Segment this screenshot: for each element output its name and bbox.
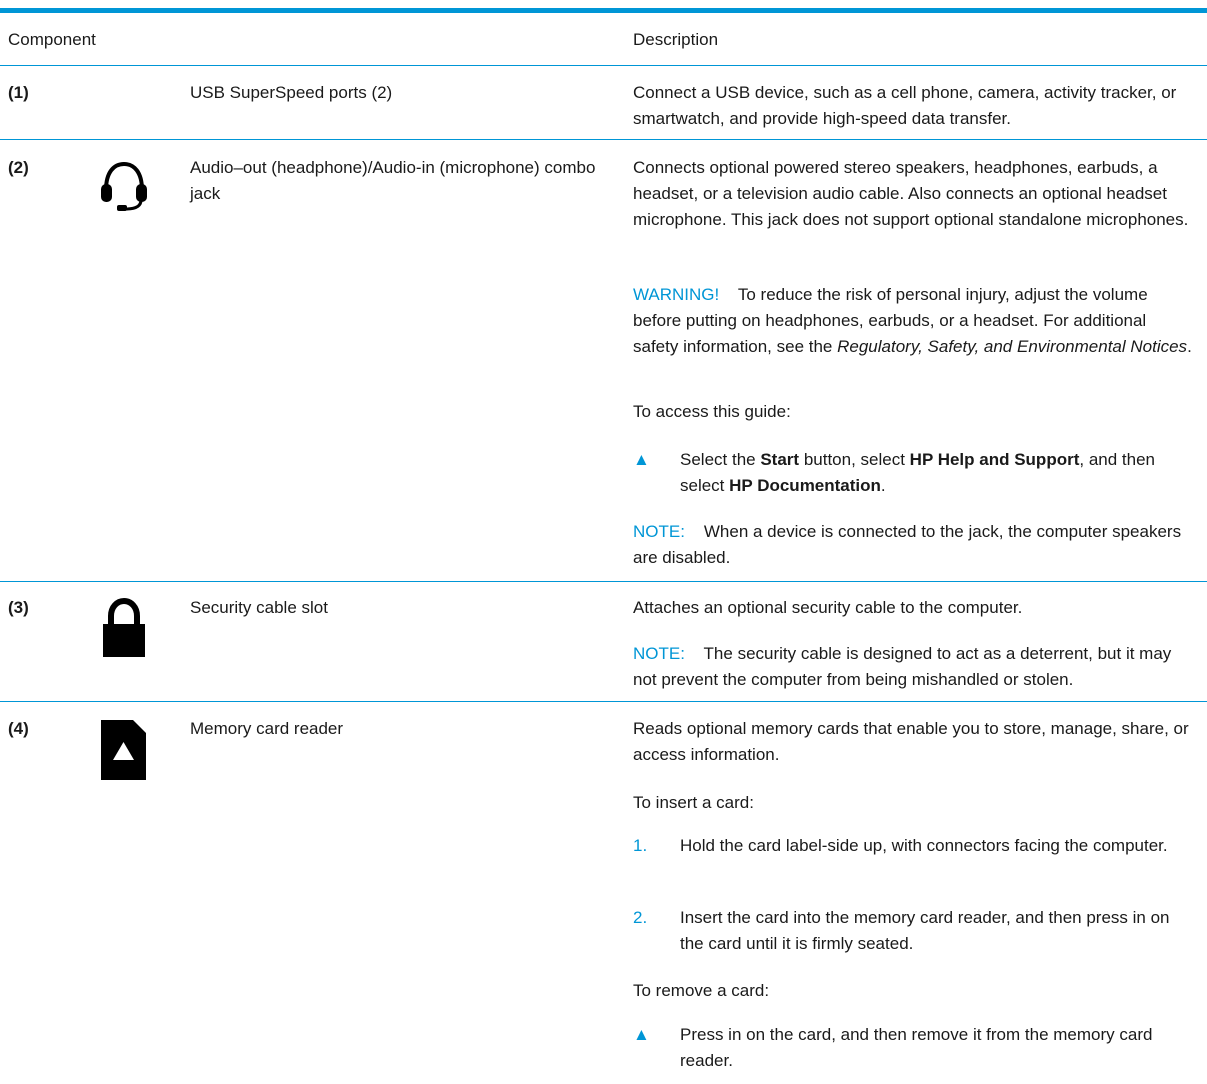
note-text: The security cable is designed to act as… bbox=[633, 644, 1172, 689]
step-text: Press in on the card, and then remove it… bbox=[680, 1025, 1153, 1070]
access-step: Select the Start button, select HP Help … bbox=[680, 447, 1195, 499]
lock-icon bbox=[102, 597, 146, 658]
row-divider bbox=[0, 139, 1207, 140]
warning-doc-title: Regulatory, Safety, and Environmental No… bbox=[837, 337, 1188, 356]
row-number: (2) bbox=[8, 158, 29, 177]
warning-block: WARNING! To reduce the risk of personal … bbox=[633, 282, 1193, 360]
warning-label: WARNING! bbox=[633, 285, 720, 304]
note-block: NOTE: When a device is connected to the … bbox=[633, 519, 1193, 571]
row-divider bbox=[0, 701, 1207, 702]
component-description: Reads optional memory cards that enable … bbox=[633, 719, 1189, 764]
triangle-bullet-icon: ▲ bbox=[633, 450, 650, 469]
step-number: 1. bbox=[633, 836, 648, 855]
step-text: Insert the card into the memory card rea… bbox=[680, 908, 1170, 953]
table-header: Component Description bbox=[0, 13, 1207, 66]
component-description: Connects optional powered stereo speaker… bbox=[633, 158, 1189, 229]
note-label: NOTE: bbox=[633, 644, 685, 663]
hp-help-label: HP Help and Support bbox=[909, 450, 1080, 469]
warning-end: . bbox=[1187, 337, 1192, 356]
row-number: (4) bbox=[8, 719, 29, 738]
memory-card-icon bbox=[101, 720, 146, 780]
step-text: button, select bbox=[803, 450, 905, 469]
component-name: Audio–out (headphone)/Audio-in (micropho… bbox=[190, 158, 596, 203]
step-text: Hold the card label-side up, with connec… bbox=[680, 836, 1168, 855]
access-guide-text: To access this guide: bbox=[633, 402, 791, 421]
row-number: (1) bbox=[8, 83, 29, 102]
header-component: Component bbox=[8, 30, 96, 49]
component-name: Memory card reader bbox=[190, 719, 344, 738]
start-label: Start bbox=[760, 450, 800, 469]
row-divider bbox=[0, 581, 1207, 582]
component-description: Connect a USB device, such as a cell pho… bbox=[633, 83, 1177, 128]
note-text: When a device is connected to the jack, … bbox=[633, 522, 1182, 567]
row-number: (3) bbox=[8, 598, 29, 617]
step-number: 2. bbox=[633, 908, 648, 927]
header-description: Description bbox=[633, 30, 719, 49]
note-block: NOTE: The security cable is designed to … bbox=[633, 641, 1193, 693]
triangle-bullet-icon: ▲ bbox=[633, 1025, 650, 1044]
step-end: . bbox=[880, 476, 886, 495]
hp-documentation-label: HP Documentation bbox=[729, 476, 881, 495]
component-name: Security cable slot bbox=[190, 598, 328, 617]
note-label: NOTE: bbox=[633, 522, 685, 541]
remove-card-title: To remove a card: bbox=[633, 981, 770, 1000]
component-name: USB SuperSpeed ports (2) bbox=[190, 83, 393, 102]
component-description: Attaches an optional security cable to t… bbox=[633, 598, 1023, 617]
step-text: Select the bbox=[680, 450, 756, 469]
insert-card-title: To insert a card: bbox=[633, 793, 754, 812]
headphone-icon bbox=[100, 160, 148, 214]
